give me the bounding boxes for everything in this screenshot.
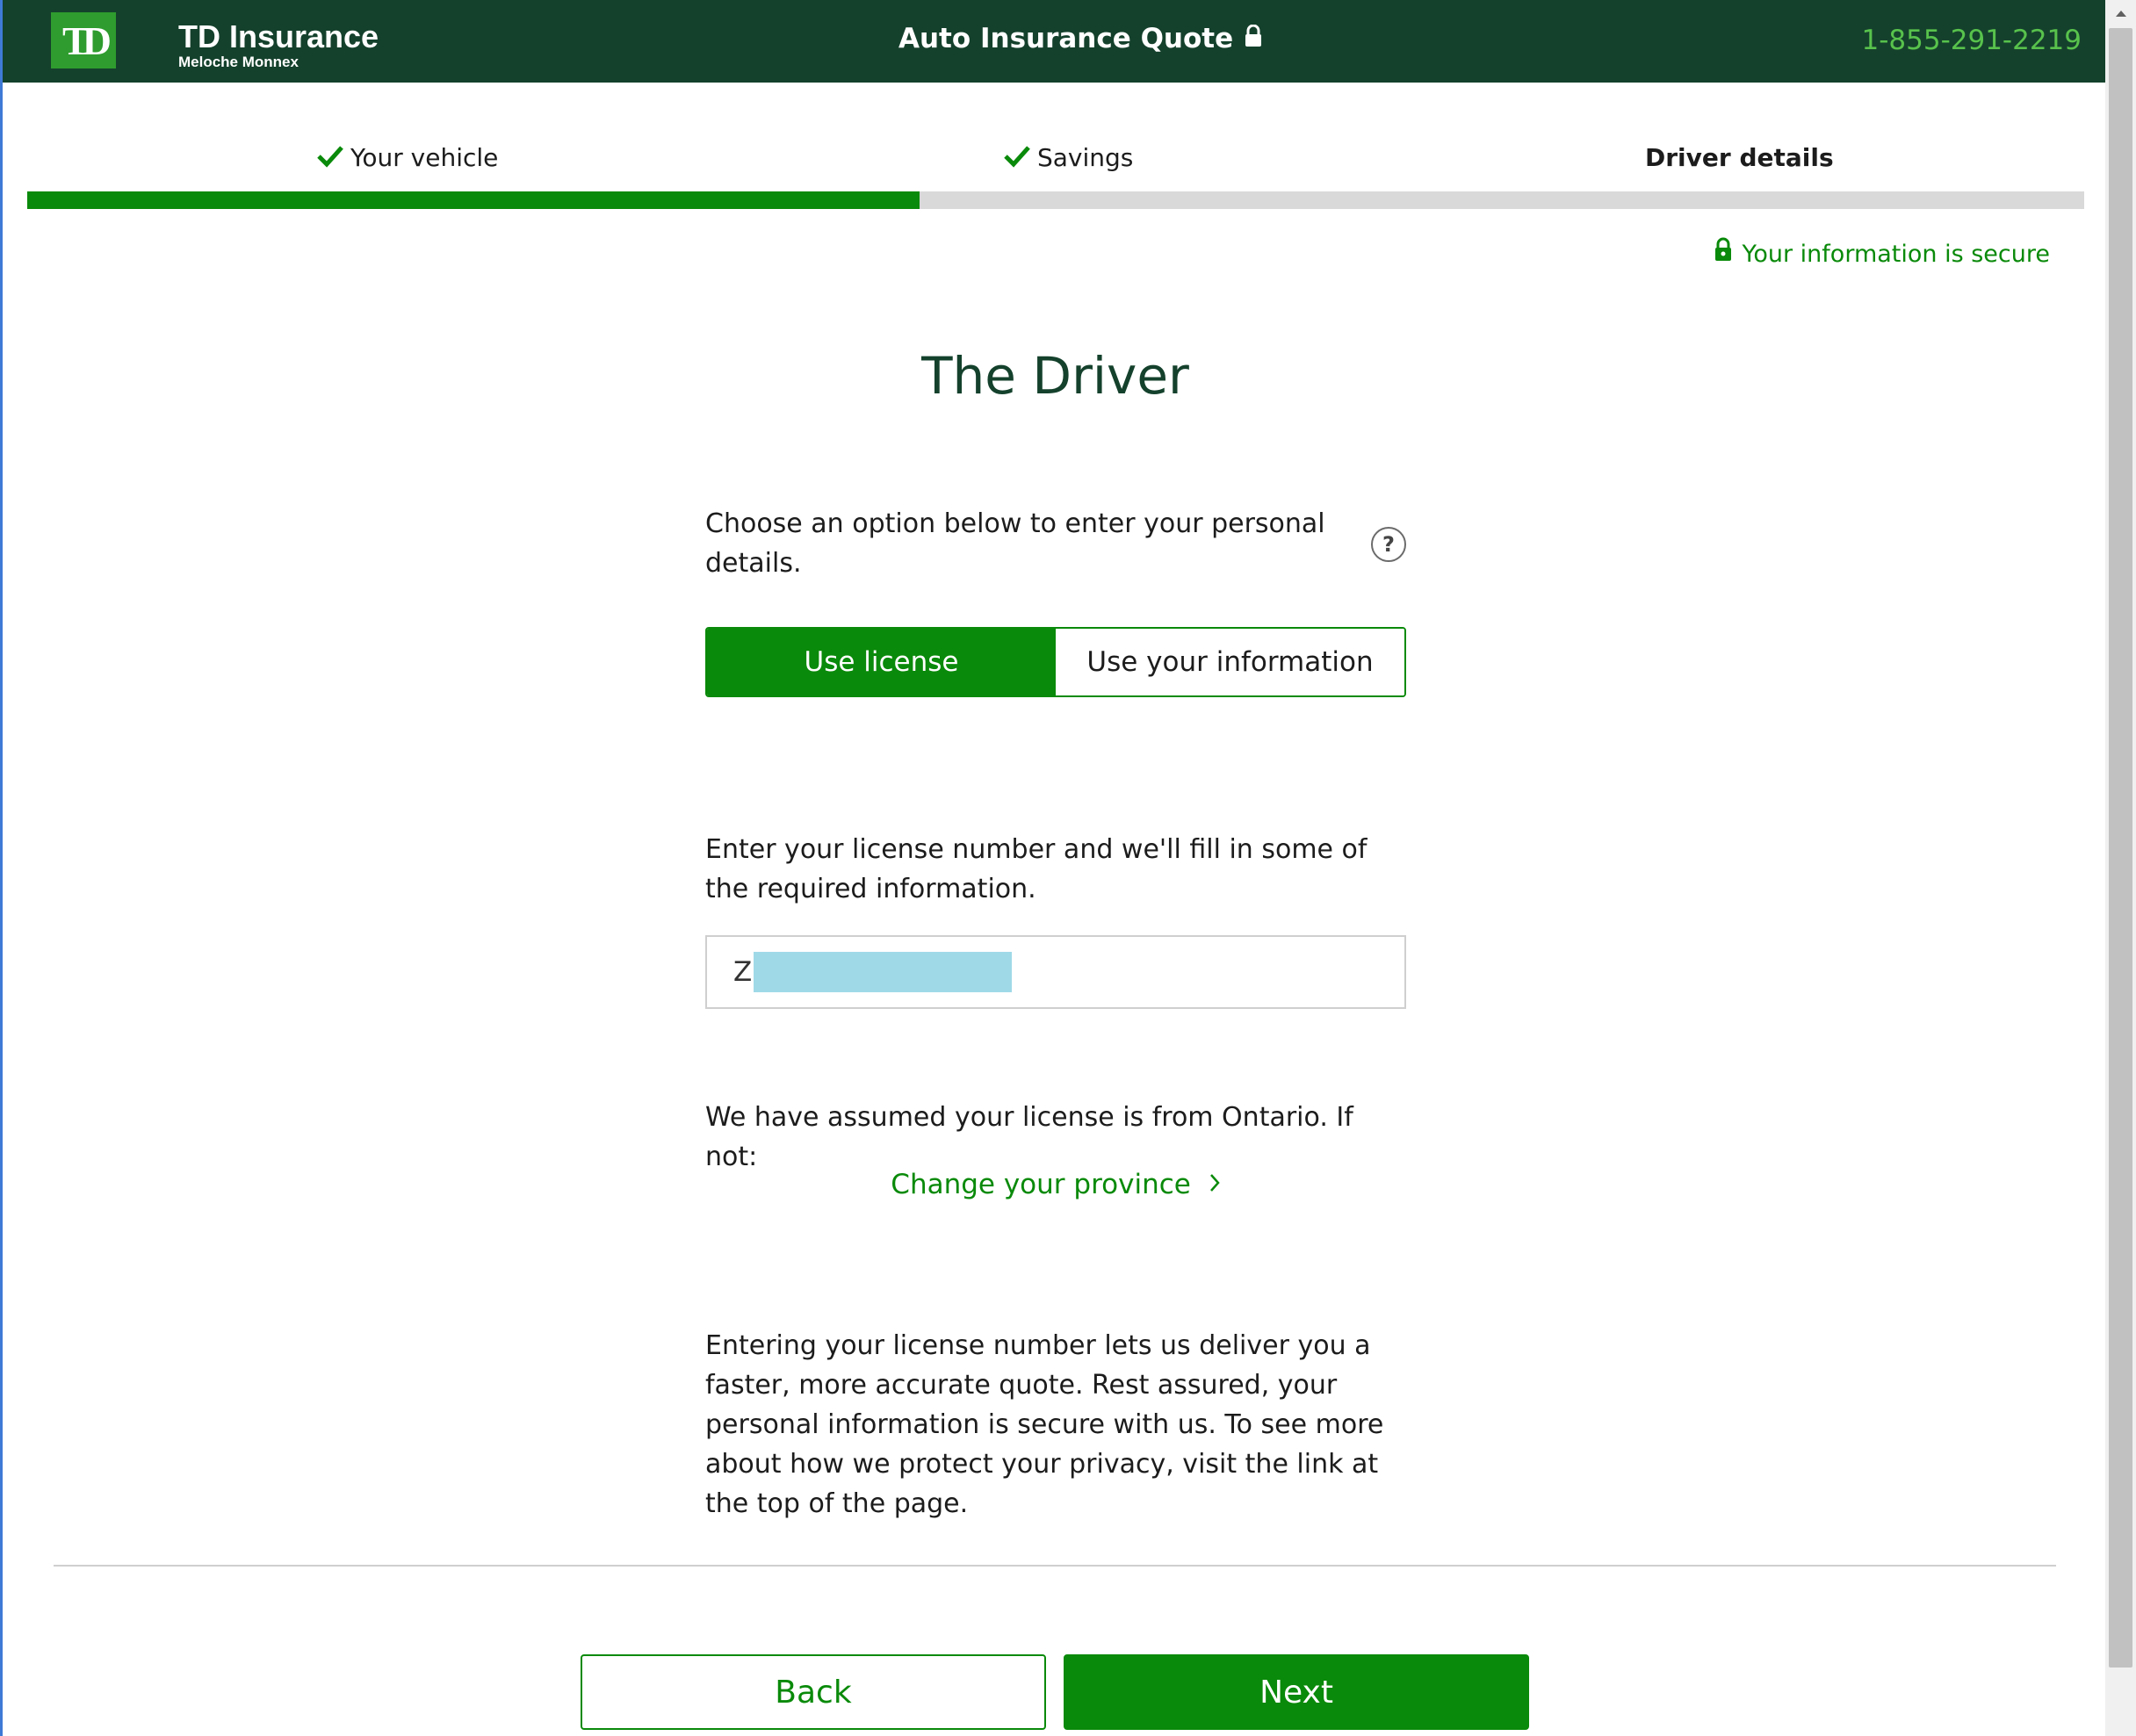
entry-method-toggle: Use license Use your information [705, 627, 1406, 697]
choose-option-text: Choose an option below to enter your per… [705, 508, 1325, 579]
sub-brand-name: Meloche Monnex [178, 54, 299, 70]
scroll-up-arrow-icon[interactable] [2105, 0, 2136, 26]
license-number-input[interactable]: Z [705, 935, 1406, 1009]
chevron-right-icon [1209, 1171, 1221, 1199]
step-savings[interactable]: Savings [1004, 132, 1133, 184]
back-button[interactable]: Back [581, 1654, 1046, 1730]
license-description: Enter your license number and we'll fill… [705, 834, 1367, 904]
scrollbar-thumb[interactable] [2109, 28, 2132, 1668]
lock-icon [1244, 19, 1263, 58]
progress-bar-fill [27, 191, 920, 209]
step-label: Driver details [1645, 143, 1834, 172]
redacted-overlay [754, 952, 1013, 992]
use-license-option[interactable]: Use license [707, 629, 1056, 695]
step-driver-details: Driver details [1645, 132, 1834, 184]
choose-option-row: Choose an option below to enter your per… [705, 504, 1406, 583]
next-button[interactable]: Next [1064, 1654, 1529, 1730]
brand-wordmark: TD Insurance Meloche Monnex [178, 19, 379, 70]
progress-bar [27, 191, 2084, 209]
license-input-value: Z [733, 956, 753, 988]
page-title: The Driver [921, 346, 1189, 406]
use-your-information-option[interactable]: Use your information [1056, 629, 1404, 695]
change-province-link[interactable]: Change your province [705, 1163, 1406, 1207]
help-icon[interactable]: ? [1371, 527, 1406, 562]
step-label: Your vehicle [350, 143, 499, 172]
lock-icon [1714, 235, 1733, 274]
browser-viewport: TD TD Insurance Meloche Monnex Auto Insu… [0, 0, 2108, 1736]
secure-notice: Your information is secure [1714, 235, 2050, 274]
step-label: Savings [1037, 143, 1134, 172]
brand-name: TD Insurance [178, 18, 379, 54]
header-title-text: Auto Insurance Quote [898, 23, 1234, 54]
vertical-scrollbar[interactable] [2105, 0, 2136, 1736]
checkmark-icon [1004, 132, 1030, 184]
step-your-vehicle[interactable]: Your vehicle [317, 132, 498, 184]
header-title: Auto Insurance Quote [898, 19, 1263, 58]
privacy-text: Entering your license number lets us del… [705, 1330, 1384, 1519]
td-logo[interactable]: TD [51, 12, 116, 68]
secure-text: Your information is secure [1742, 241, 2050, 268]
divider [54, 1565, 2056, 1567]
checkmark-icon [317, 132, 343, 184]
progress-steps: Your vehicle Savings Driver details [27, 132, 2084, 184]
change-province-label: Change your province [891, 1169, 1191, 1200]
site-header: TD TD Insurance Meloche Monnex Auto Insu… [3, 0, 2108, 83]
phone-number-link[interactable]: 1-855-291-2219 [1861, 23, 2082, 58]
